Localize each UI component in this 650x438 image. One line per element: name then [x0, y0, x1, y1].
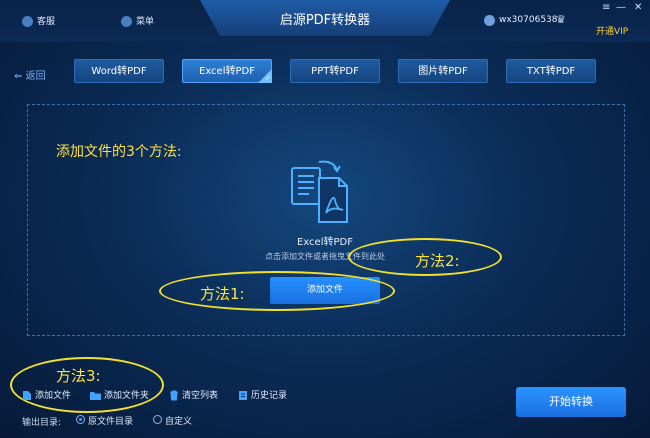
arrow-left-icon: ⇐: [14, 71, 23, 82]
avatar[interactable]: [484, 15, 495, 26]
tab-word-to-pdf[interactable]: Word转PDF: [74, 59, 164, 83]
radio-custom-dir-label[interactable]: 自定义: [165, 414, 192, 427]
trash-icon: [170, 390, 178, 401]
menu-label: 菜单: [136, 17, 155, 27]
folder-add-icon: [90, 391, 101, 400]
method2-label: 方法2:: [415, 252, 460, 270]
support-button[interactable]: 客服: [22, 14, 55, 27]
tab-label: 图片转PDF: [418, 66, 468, 77]
radio-custom-dir[interactable]: [153, 415, 162, 424]
menu-button[interactable]: 菜单: [121, 14, 154, 27]
close-button[interactable]: ✕: [634, 2, 642, 13]
minimize-button[interactable]: —: [616, 2, 626, 13]
radio-source-dir[interactable]: [76, 415, 85, 424]
tab-label: TXT转PDF: [526, 66, 576, 77]
crown-icon: ♛: [556, 13, 566, 26]
methods-heading: 添加文件的3个方法:: [56, 144, 182, 160]
output-dir-label: 输出目录:: [22, 418, 62, 428]
file-add-icon: [23, 391, 31, 400]
history-label: 历史记录: [251, 391, 288, 401]
start-convert-button[interactable]: 开始转换: [516, 387, 626, 417]
clear-list-label: 清空列表: [182, 391, 219, 401]
tab-txt-to-pdf[interactable]: TXT转PDF: [506, 59, 596, 83]
headset-icon: [22, 16, 33, 27]
history-icon: [239, 391, 247, 400]
back-label: 返回: [25, 71, 46, 82]
add-file-label: 添加文件: [35, 391, 72, 401]
tab-excel-to-pdf[interactable]: Excel转PDF ✓: [182, 59, 272, 83]
tab-label: Excel转PDF: [199, 66, 255, 77]
add-folder-label: 添加文件夹: [104, 391, 150, 401]
add-file-toolbar-button[interactable]: 添加文件: [22, 388, 71, 401]
settings-button[interactable]: ≡: [602, 2, 610, 13]
back-button[interactable]: ⇐ 返回: [14, 67, 46, 82]
tab-label: PPT转PDF: [311, 66, 359, 77]
history-button[interactable]: 历史记录: [238, 388, 287, 401]
tab-label: Word转PDF: [91, 66, 147, 77]
support-label: 客服: [37, 17, 56, 27]
tab-ppt-to-pdf[interactable]: PPT转PDF: [290, 59, 380, 83]
method1-highlight: [159, 271, 395, 311]
method3-label: 方法3:: [56, 367, 101, 385]
radio-source-dir-label[interactable]: 原文件目录: [88, 414, 133, 427]
app-title: 启源PDF转换器: [279, 13, 371, 28]
method1-label: 方法1:: [200, 285, 245, 303]
add-folder-button[interactable]: 添加文件夹: [90, 388, 149, 401]
menu-icon: [121, 16, 132, 27]
username[interactable]: wx30706538: [499, 15, 558, 25]
vip-link[interactable]: 开通VIP: [596, 24, 628, 37]
tab-image-to-pdf[interactable]: 图片转PDF: [398, 59, 488, 83]
check-icon: ✓: [258, 69, 272, 83]
excel-to-pdf-icon: [291, 160, 348, 223]
clear-list-button[interactable]: 清空列表: [169, 388, 218, 401]
